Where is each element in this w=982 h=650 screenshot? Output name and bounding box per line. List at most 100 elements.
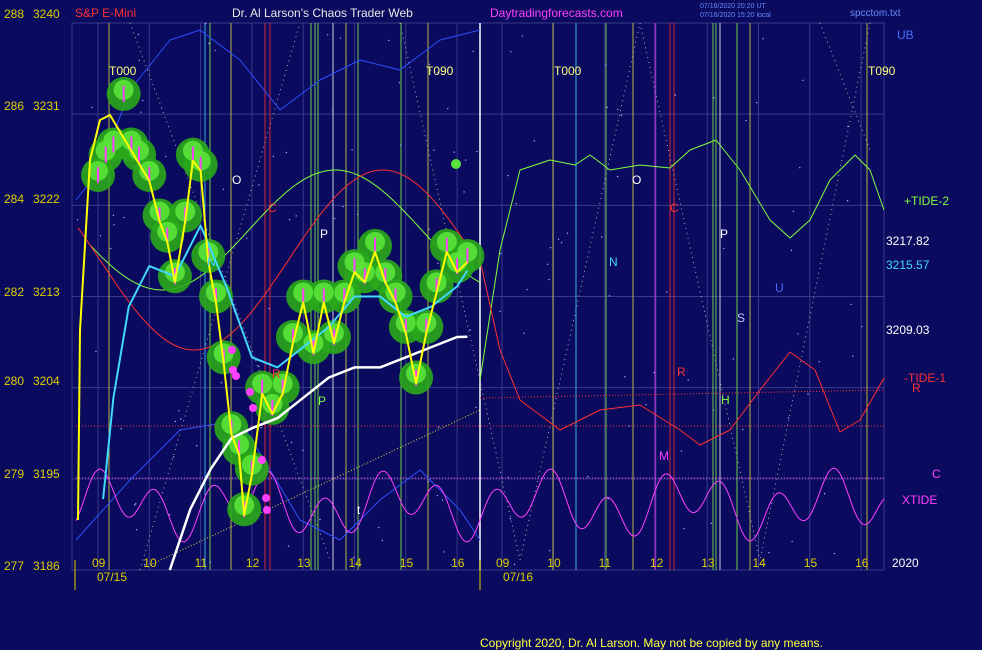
planet-letter-m: M	[659, 449, 669, 463]
tide2-line-day2	[479, 139, 885, 381]
price-3217: 3217.82	[886, 234, 930, 248]
bg-dot	[464, 159, 467, 161]
bg-dot	[95, 350, 97, 353]
bg-dot	[742, 428, 744, 431]
bg-dot	[645, 403, 647, 406]
hour-tick-label: 12	[246, 556, 260, 570]
bg-dot	[515, 203, 517, 205]
bg-dot	[285, 151, 288, 154]
price-3215: 3215.57	[886, 258, 930, 272]
bg-dot	[605, 64, 607, 66]
y-left-tick-288: 288	[4, 7, 24, 21]
bg-dot	[437, 262, 439, 265]
hour-tick-label: 09	[92, 556, 106, 570]
bg-dot	[388, 39, 390, 42]
bg-dot	[319, 518, 321, 521]
bg-dot	[768, 551, 770, 554]
bg-dot	[178, 410, 180, 412]
price-low-dot	[258, 456, 266, 464]
t090-label-2: T090	[868, 64, 896, 78]
bg-dot	[378, 526, 380, 529]
timestamp-local: 07/16/2020 15:20 local	[700, 12, 771, 19]
bg-dot	[683, 528, 685, 530]
bg-dot	[257, 365, 260, 368]
bg-dot	[791, 540, 793, 543]
ub-label: UB	[897, 28, 914, 42]
t000-label-1: T000	[109, 64, 137, 78]
planet-letter-n: N	[609, 255, 618, 269]
bg-dot	[533, 140, 536, 142]
bg-dot	[76, 219, 79, 221]
bg-dot	[288, 218, 291, 221]
bg-dot	[463, 191, 465, 193]
bg-dot	[607, 497, 609, 500]
bg-dot	[499, 310, 501, 313]
planet-letter-o: O	[632, 173, 641, 187]
bg-dot	[861, 325, 863, 328]
bg-dot	[560, 242, 563, 244]
bg-dot	[823, 492, 826, 495]
bg-dot	[762, 38, 764, 40]
bg-dot	[220, 381, 223, 384]
bg-dot	[653, 371, 655, 374]
price-low-dot	[228, 346, 236, 354]
planet-letter-p: P	[720, 227, 728, 241]
planet-letter-c: C	[670, 201, 679, 215]
bg-dot	[400, 144, 402, 146]
bg-dot	[469, 329, 471, 331]
hour-tick-label: 10	[143, 556, 157, 570]
bg-dot	[546, 263, 549, 265]
bg-dot	[290, 441, 293, 444]
planet-letter-t: t	[357, 503, 361, 517]
price-low-dot	[262, 494, 270, 502]
bg-dot	[756, 101, 758, 104]
dotted-projection	[639, 22, 761, 561]
bg-dot	[549, 247, 552, 249]
bg-dot	[852, 355, 854, 357]
bg-dot	[710, 522, 712, 525]
bg-dot	[548, 550, 551, 552]
tide1-line-day2	[479, 259, 885, 446]
bg-dot	[606, 106, 608, 109]
c-label-right: C	[932, 467, 941, 481]
bg-dot	[142, 99, 144, 102]
r-label-right: R	[912, 381, 921, 395]
y-right-tick-3213: 3213	[33, 285, 60, 299]
tide1-label: -TIDE-1	[904, 371, 946, 385]
hour-tick-label: 13	[701, 556, 715, 570]
bg-dot	[608, 295, 611, 297]
hour-tick-label: 15	[804, 556, 818, 570]
bg-dot	[436, 494, 439, 497]
y-right-tick-3222: 3222	[33, 192, 60, 206]
bg-dot	[833, 552, 836, 555]
bg-dot	[799, 166, 801, 169]
bg-dot	[666, 291, 668, 293]
bg-dot	[345, 531, 347, 533]
hour-tick-label: 16	[451, 556, 465, 570]
bg-dot	[135, 528, 138, 531]
bg-dot	[272, 155, 275, 158]
bg-dot	[507, 174, 509, 177]
bg-dot	[138, 59, 140, 62]
bg-dot	[109, 247, 112, 250]
xtide-label: XTIDE	[902, 493, 937, 507]
bg-dot	[548, 278, 550, 281]
bg-dot	[180, 418, 182, 420]
price-low-dot	[232, 372, 240, 380]
bg-dot	[787, 417, 790, 419]
y-left-tick-280: 280	[4, 374, 24, 388]
bg-dot	[120, 427, 122, 430]
bg-dot	[566, 232, 569, 234]
bg-dot	[140, 111, 142, 113]
hour-tick-label: 12	[650, 556, 664, 570]
bg-dot	[723, 247, 725, 250]
bg-dot	[523, 332, 525, 334]
price-high-dot	[451, 159, 461, 169]
bg-dot	[356, 213, 359, 216]
bg-dot	[381, 539, 384, 542]
bg-dot	[818, 361, 820, 363]
bg-dot	[620, 114, 623, 116]
bg-dot	[208, 42, 210, 45]
bg-dot	[447, 107, 449, 110]
planet-letter-p: P	[318, 394, 326, 408]
